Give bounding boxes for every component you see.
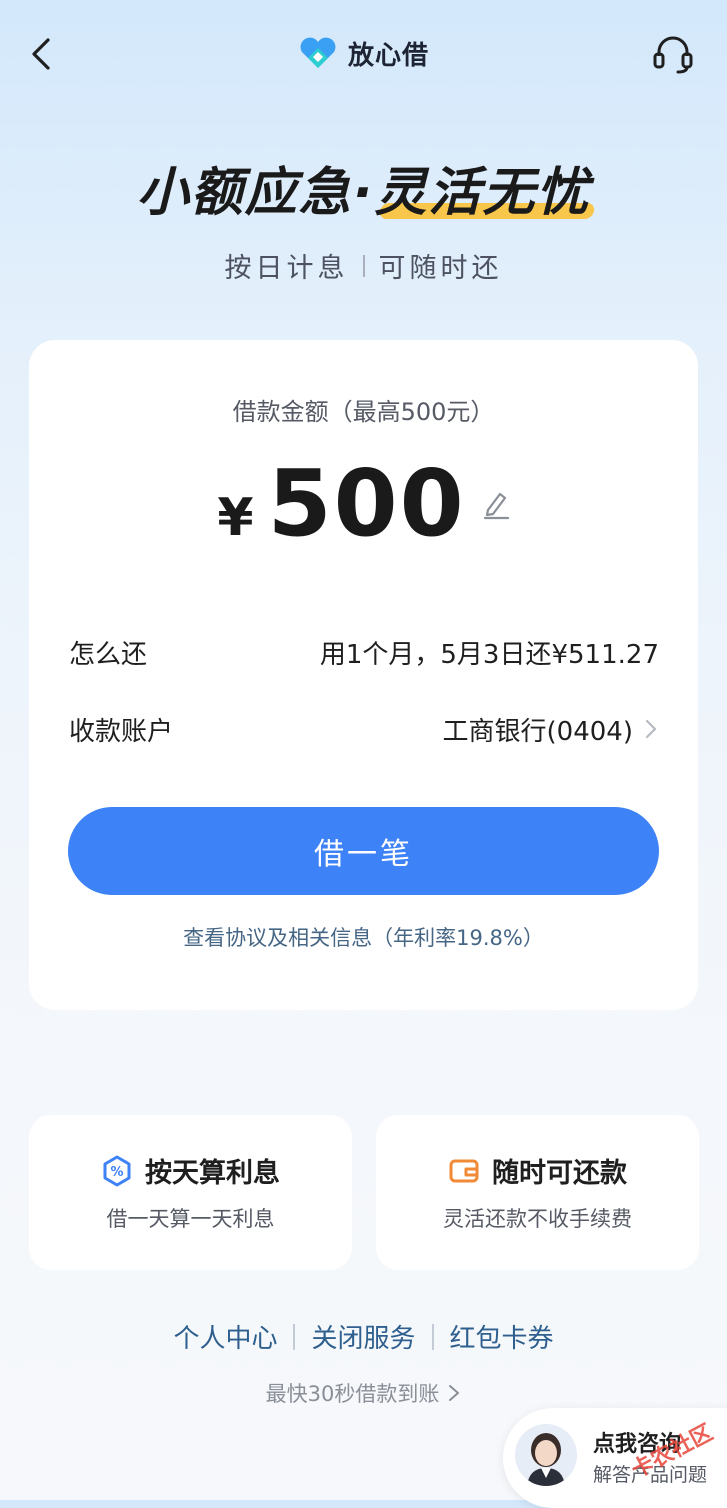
feature-title: 按天算利息: [145, 1158, 280, 1189]
hero-title-part1: 小额应急·: [136, 163, 375, 223]
link-personal-center[interactable]: 个人中心: [173, 1318, 277, 1355]
chevron-right-icon: [645, 719, 657, 739]
account-value: 工商银行(0404): [442, 716, 633, 747]
svg-text:卡农社区: 卡农社区: [627, 1419, 717, 1478]
hero-sub-right: 可随时还: [378, 253, 503, 284]
feature-head: % 按天算利息: [29, 1151, 352, 1190]
tagline[interactable]: 最快30秒借款到账: [0, 1378, 727, 1408]
link-divider: [293, 1323, 296, 1350]
link-divider: [431, 1323, 434, 1350]
heart-logo-icon: [300, 37, 336, 68]
headset-icon: [653, 36, 693, 74]
hero-sub-left: 按日计息: [224, 253, 349, 284]
loan-card: 借款金额（最高500元） ¥ 500 怎么还 用1个月，5月3日还¥511.27…: [29, 340, 698, 1010]
borrow-button[interactable]: 借一笔: [68, 807, 659, 895]
edit-icon[interactable]: [482, 488, 510, 520]
hero-sub-divider: [362, 254, 365, 277]
feature-title: 随时可还款: [492, 1158, 627, 1189]
repay-row: 怎么还 用1个月，5月3日还¥511.27: [69, 632, 659, 672]
account-label: 收款账户: [69, 716, 174, 747]
account-selector[interactable]: 工商银行(0404): [443, 711, 659, 748]
hero-title: 小额应急·灵活无忧: [0, 150, 727, 225]
wallet-icon: [449, 1159, 479, 1182]
svg-text:%: %: [110, 1165, 123, 1180]
brand-name: 放心借: [347, 40, 429, 71]
feature-card-daily-interest: % 按天算利息 借一天算一天利息: [29, 1115, 352, 1270]
link-coupons[interactable]: 红包卡券: [450, 1318, 554, 1355]
feature-desc: 灵活还款不收手续费: [443, 1207, 632, 1231]
agent-avatar-image: [515, 1424, 577, 1486]
bottom-links: 个人中心 关闭服务 红包卡券: [0, 1318, 727, 1355]
hero-title-highlight: 灵活无忧: [374, 150, 590, 225]
repay-label: 怎么还: [69, 639, 148, 670]
forum-watermark-logo: 卡农社区: [627, 1419, 717, 1478]
amount-row: ¥ 500: [29, 450, 698, 557]
customer-service-button[interactable]: [650, 32, 696, 76]
currency-symbol: ¥: [217, 488, 254, 548]
tagline-text: 最快30秒借款到账: [265, 1382, 440, 1406]
repay-value: 用1个月，5月3日还¥511.27: [319, 639, 659, 670]
percent-shield-icon: %: [103, 1155, 131, 1186]
chevron-right-icon: [449, 1385, 460, 1401]
feature-card-flexible-repay: 随时可还款 灵活还款不收手续费: [376, 1115, 699, 1270]
feature-desc: 借一天算一天利息: [106, 1207, 275, 1231]
agreement-link[interactable]: 查看协议及相关信息（年利率19.8%）: [29, 922, 698, 952]
hero-subtitle: 按日计息 可随时还: [0, 246, 727, 285]
link-close-service[interactable]: 关闭服务: [311, 1318, 415, 1355]
feature-head: 随时可还款: [376, 1151, 699, 1190]
account-row[interactable]: 收款账户 工商银行(0404): [69, 709, 659, 749]
amount-label: 借款金额（最高500元）: [232, 398, 495, 426]
app-brand: 放心借: [0, 30, 727, 76]
loan-amount[interactable]: 500: [268, 450, 466, 557]
agent-avatar: [515, 1424, 577, 1486]
